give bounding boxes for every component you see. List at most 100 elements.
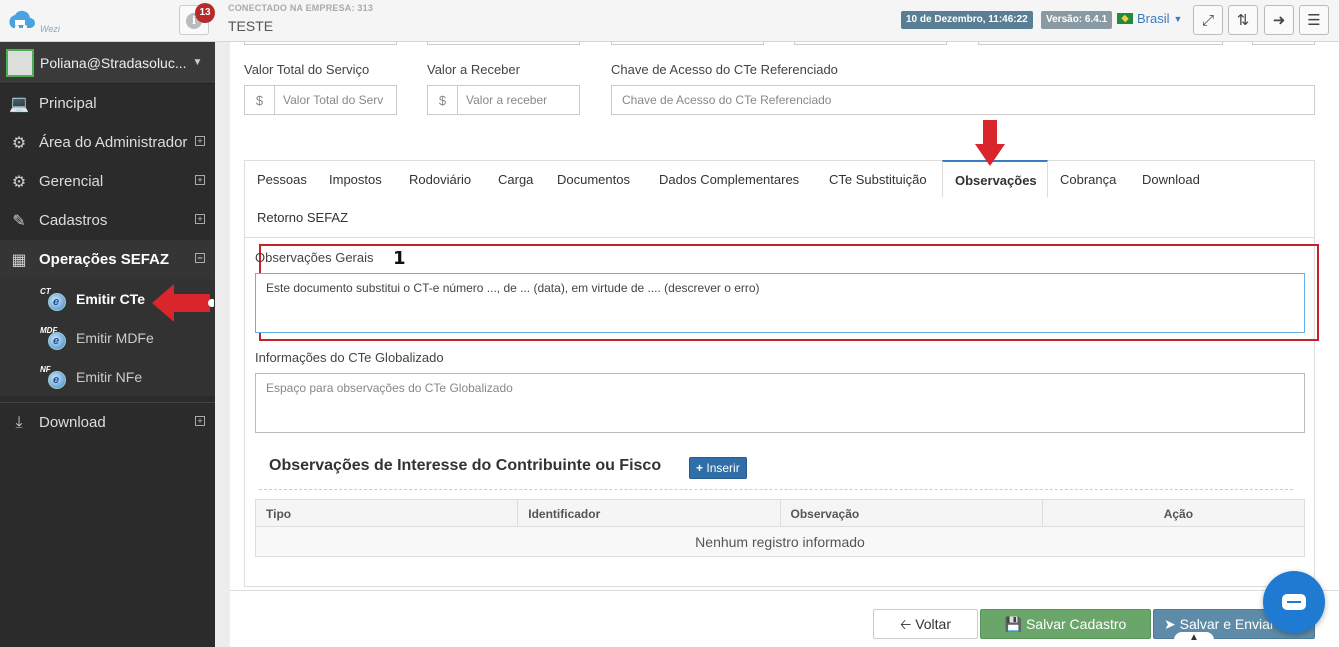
footer-divider	[230, 590, 1339, 591]
language-selector[interactable]: Brasil ▼	[1117, 11, 1182, 26]
valor-total-field[interactable]: $ Valor Total do Serv	[244, 85, 397, 115]
inserir-button[interactable]: + Inserir	[689, 457, 747, 479]
nfe-globe-icon: NF e	[40, 365, 70, 389]
avatar	[6, 48, 34, 77]
valor-receber-input[interactable]: Valor a receber	[458, 86, 547, 114]
chave-acesso-label: Chave de Acesso do CTe Referenciado	[611, 62, 838, 77]
annotation-step-number: 1	[393, 248, 406, 269]
refresh-button[interactable]: ⇅	[1228, 5, 1258, 35]
valor-receber-field[interactable]: $ Valor a receber	[427, 85, 580, 115]
cloud-truck-logo-icon[interactable]	[6, 6, 36, 36]
column-header-observacao[interactable]: Observação	[781, 500, 1043, 526]
column-header-identificador[interactable]: Identificador	[518, 500, 781, 526]
sidebar-item-principal[interactable]: 💻 Principal	[0, 84, 215, 123]
sidebar-item-operacoes-sefaz[interactable]: ▦ Operações SEFAZ −	[0, 240, 215, 279]
column-header-acao: Ação	[1163, 507, 1194, 521]
salvar-label: Salvar Cadastro	[1025, 616, 1127, 632]
download-icon: ⤓	[15, 413, 23, 431]
sidebar-item-cadastros[interactable]: ✎ Cadastros +	[0, 201, 215, 240]
chave-acesso-input[interactable]: Chave de Acesso do CTe Referenciado	[611, 85, 1315, 115]
brazil-flag-icon	[1117, 13, 1133, 24]
voltar-button[interactable]: 🡠 Voltar	[873, 609, 978, 639]
sign-out-icon: ➜	[1272, 12, 1286, 29]
sidebar-item-label: Cadastros	[39, 212, 108, 229]
notification-count-badge: 13	[195, 3, 215, 23]
top-bar: Wezi i 13 CONECTADO NA EMPRESA: 313 TEST…	[0, 0, 1339, 42]
scroll-up-button[interactable]: ▲	[1174, 632, 1214, 647]
tab-cte-substituicao[interactable]: CTe Substituição	[817, 161, 939, 199]
chat-widget-button[interactable]	[1263, 571, 1325, 633]
tab-dados-complementares[interactable]: Dados Complementares	[647, 161, 811, 199]
chevron-down-icon: ▼	[1173, 13, 1183, 24]
main-content: Valor Total do Serviço $ Valor Total do …	[230, 42, 1339, 647]
tab-divider	[245, 237, 1314, 238]
cte-globalizado-textarea[interactable]: Espaço para observações do CTe Globaliza…	[255, 373, 1305, 433]
salvar-cadastro-button[interactable]: 💾 Salvar Cadastro	[980, 609, 1151, 639]
tab-retorno-sefaz[interactable]: Retorno SEFAZ	[245, 199, 360, 237]
annotation-arrow-left-icon	[152, 284, 214, 322]
plus-icon: +	[696, 461, 704, 475]
plus-square-icon: +	[195, 416, 205, 426]
sidebar-subitem-label: Emitir MDFe	[76, 329, 154, 346]
gears-icon: ⚙	[11, 134, 27, 152]
sidebar-item-download[interactable]: ⤓ Download +	[0, 403, 215, 442]
dollar-icon: $	[245, 86, 275, 114]
tab-cobranca[interactable]: Cobrança	[1048, 161, 1128, 199]
menu-button[interactable]: ☰	[1299, 5, 1329, 35]
arrow-left-icon: 🡠	[899, 616, 912, 632]
tab-carga[interactable]: Carga	[486, 161, 545, 199]
mdfe-globe-icon: MDF e	[40, 326, 70, 350]
section-divider	[259, 489, 1293, 490]
user-name: Poliana@Stradasoluc...	[40, 54, 187, 71]
tab-pessoas[interactable]: Pessoas	[245, 161, 319, 199]
plus-square-icon: +	[195, 136, 205, 146]
tab-impostos[interactable]: Impostos	[317, 161, 394, 199]
plus-square-icon: +	[195, 175, 205, 185]
edit-icon: ✎	[12, 212, 26, 230]
tab-rodoviario[interactable]: Rodoviário	[397, 161, 483, 199]
sidebar-item-administrador[interactable]: ⚙ Área do Administrador +	[0, 123, 215, 162]
tab-download[interactable]: Download	[1130, 161, 1212, 199]
sidebar-item-label: Download	[39, 414, 106, 431]
table-header: Tipo Identificador Observação Ação	[255, 499, 1305, 527]
hamburger-icon: ☰	[1307, 12, 1321, 29]
tabs-panel: Pessoas Impostos Rodoviário Carga Docume…	[244, 160, 1319, 587]
sidebar-subitem-emitir-nfe[interactable]: NF e Emitir NFe	[0, 357, 215, 396]
user-menu[interactable]: Poliana@Stradasoluc... ▼	[0, 42, 215, 84]
notifications-button[interactable]: i 13	[179, 3, 215, 35]
version-badge: Versão: 6.4.1	[1041, 11, 1113, 29]
empty-table-message: Nenhum registro informado	[255, 527, 1305, 557]
sidebar-item-label: Principal	[39, 95, 97, 112]
chevron-up-icon: ▲	[1189, 632, 1199, 643]
logout-button[interactable]: ➜	[1264, 5, 1294, 35]
valor-total-label: Valor Total do Serviço	[244, 62, 370, 77]
enviar-label: Salvar e Enviar	[1179, 616, 1275, 632]
observacoes-table: Tipo Identificador Observação Ação Nenhu…	[255, 499, 1305, 557]
sidebar-subitem-label: Emitir NFe	[76, 368, 143, 385]
observacoes-gerais-textarea[interactable]: Este documento substitui o CT-e número .…	[255, 273, 1305, 333]
valor-receber-label: Valor a Receber	[427, 62, 520, 77]
valor-total-input[interactable]: Valor Total do Serv	[275, 86, 383, 114]
logo-text: Wezi	[40, 24, 60, 34]
sidebar-item-label: Operações SEFAZ	[39, 251, 170, 268]
company-name: TESTE	[228, 18, 274, 34]
voltar-label: Voltar	[915, 616, 952, 632]
company-label: CONECTADO NA EMPRESA: 313	[228, 3, 374, 13]
windows-icon: ▦	[11, 251, 27, 269]
gears-icon: ⚙	[11, 173, 27, 191]
sidebar-item-gerencial[interactable]: ⚙ Gerencial +	[0, 162, 215, 201]
tab-documentos[interactable]: Documentos	[545, 161, 642, 199]
sidebar-item-label: Área do Administrador	[39, 134, 188, 151]
chat-icon	[1282, 594, 1306, 610]
plus-square-icon: +	[195, 214, 205, 224]
truncated-fields-row	[230, 42, 1339, 46]
dollar-icon: $	[428, 86, 458, 114]
section-title: Observações de Interesse do Contribuinte…	[269, 457, 662, 474]
sidebar-subitem-label: Emitir CTe	[76, 290, 145, 307]
datetime-badge: 10 de Dezembro, 11:46:22	[901, 11, 1033, 29]
column-header-tipo[interactable]: Tipo	[256, 500, 519, 526]
fullscreen-button[interactable]: ⤢	[1193, 5, 1223, 35]
sidebar: Poliana@Stradasoluc... ▼ 💻 Principal ⚙ Á…	[0, 42, 215, 647]
language-label: Brasil	[1137, 11, 1170, 26]
cte-globe-icon: CT e	[40, 287, 70, 311]
